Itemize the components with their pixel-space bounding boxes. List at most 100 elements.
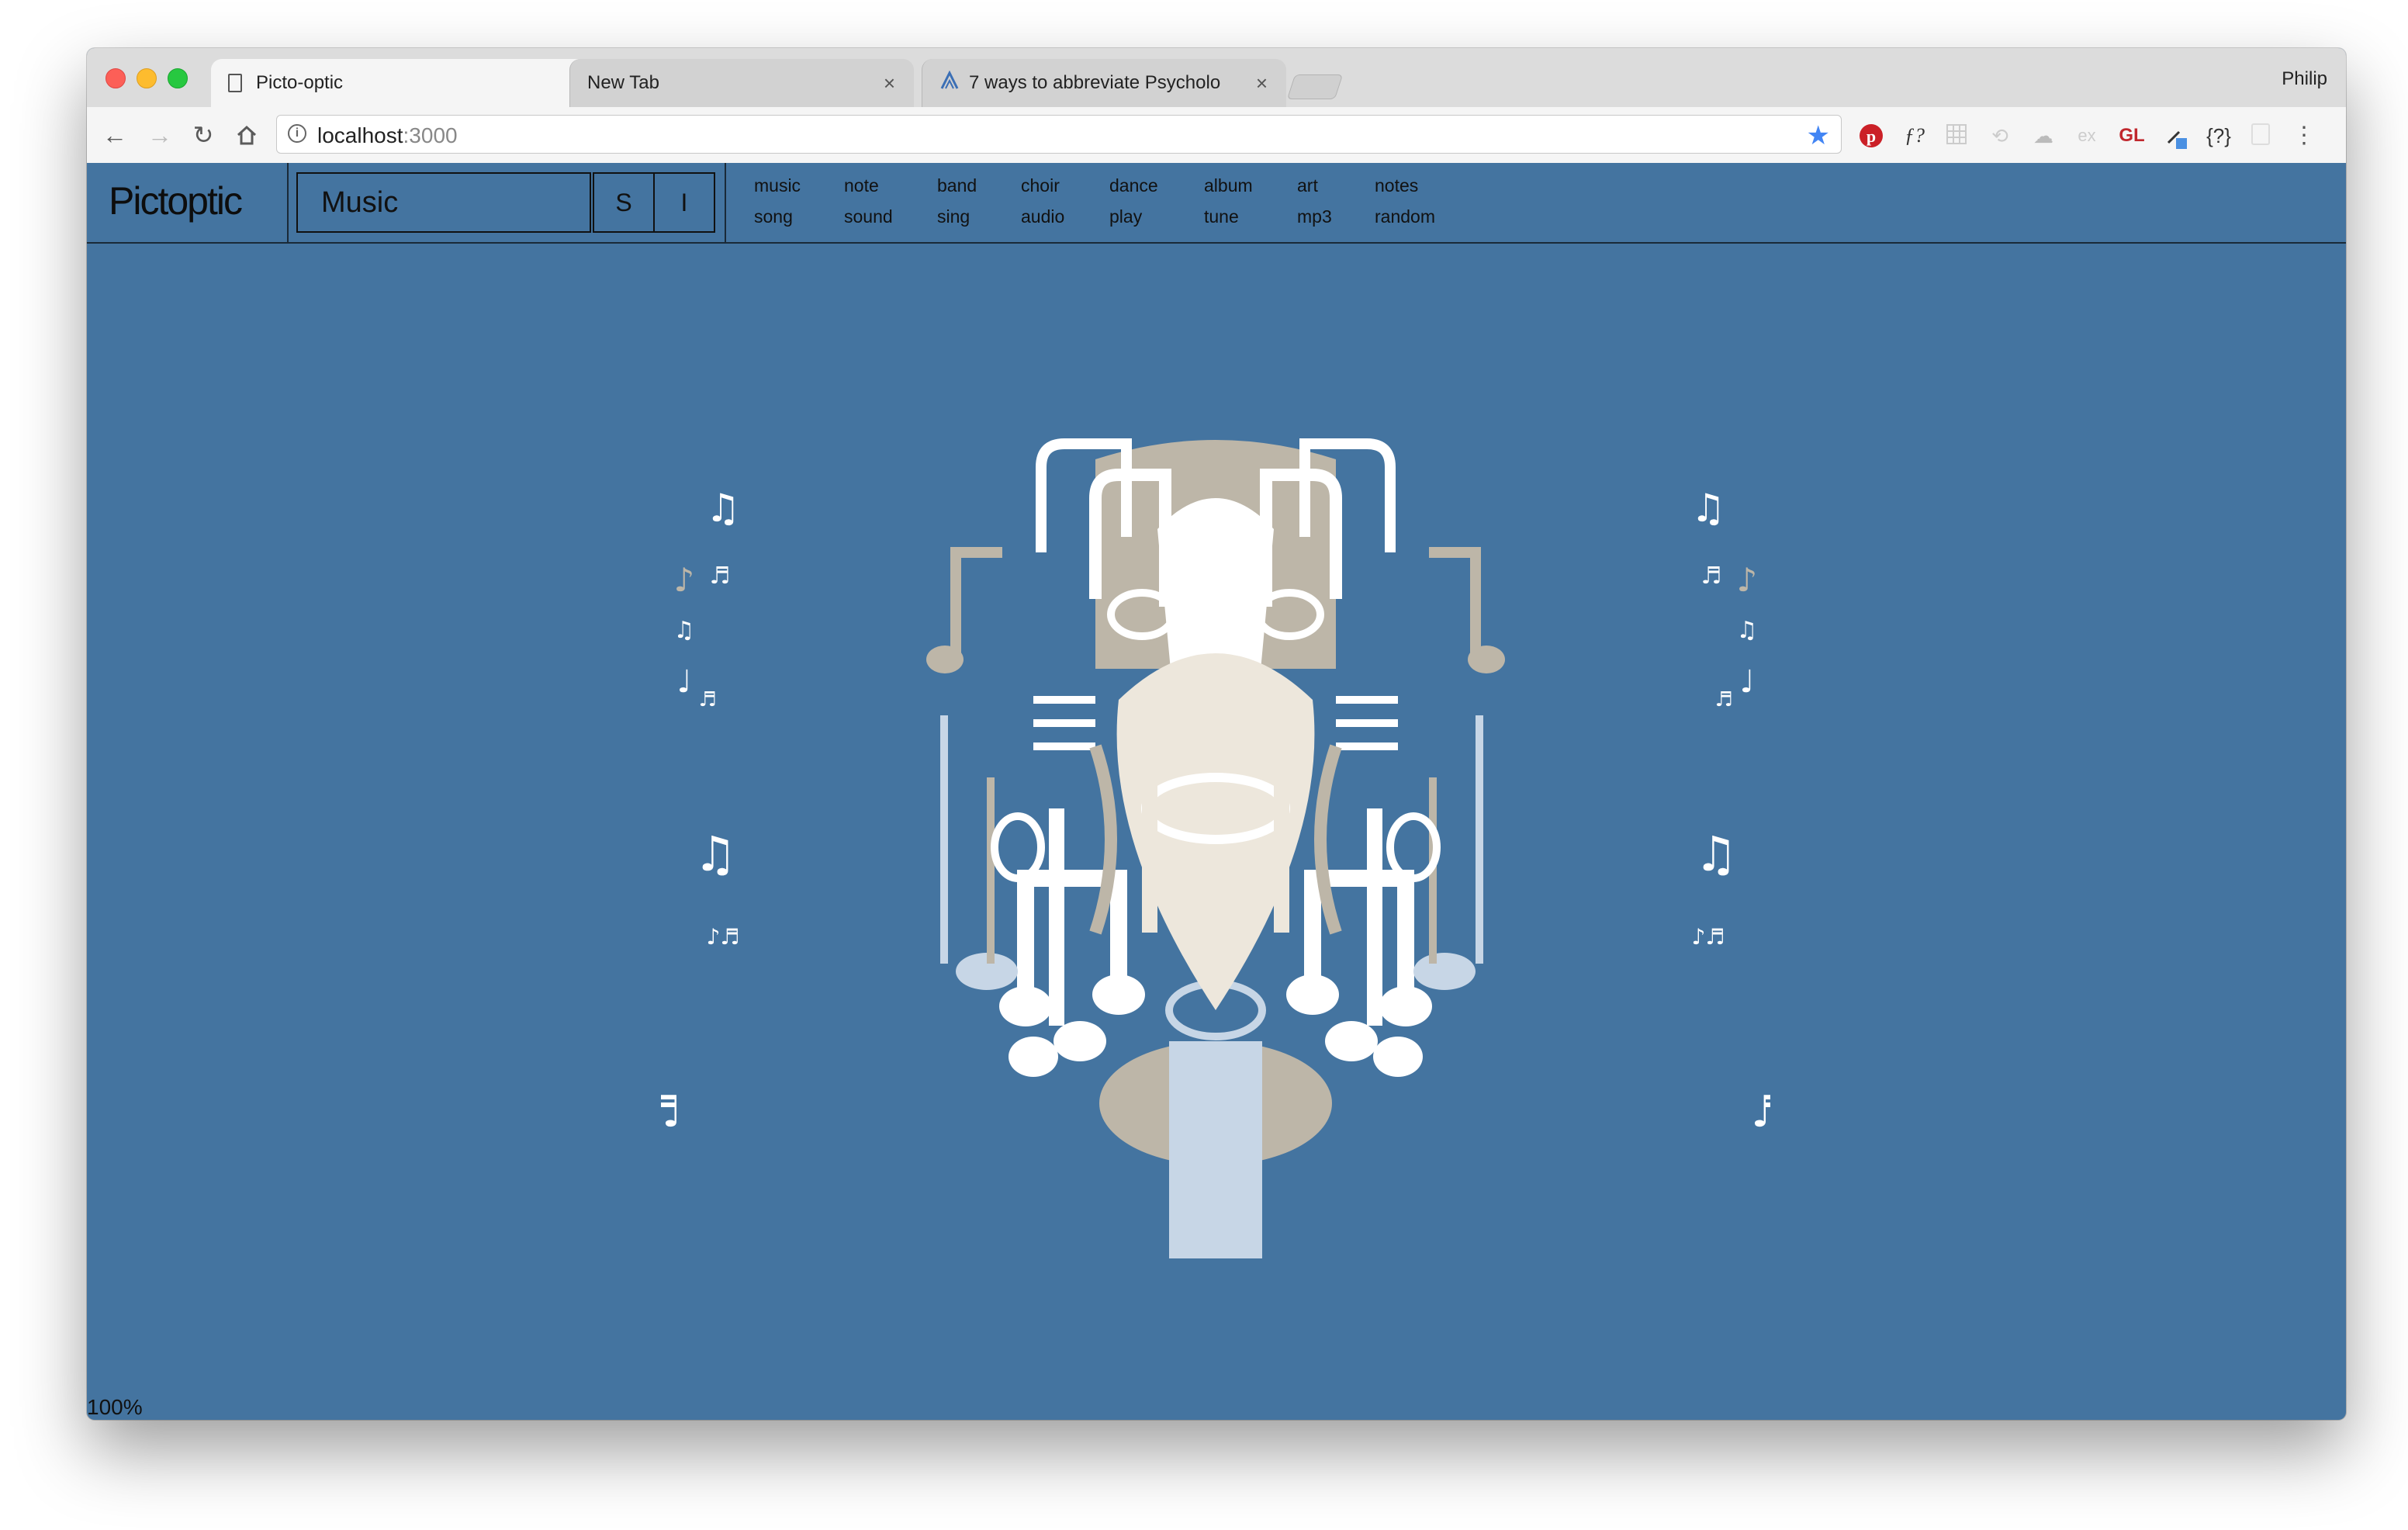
music-note-icon: ♫ xyxy=(1737,617,1758,644)
music-note-icon: ♪♬ xyxy=(1692,924,1725,950)
related-tag-tune[interactable]: tune xyxy=(1204,206,1239,227)
music-note-icon: ♫ xyxy=(706,486,741,531)
reload-icon[interactable]: ↻ xyxy=(188,119,219,151)
related-tag-mp3[interactable]: mp3 xyxy=(1297,206,1332,227)
related-tag-notes[interactable]: notes xyxy=(1375,175,1418,196)
grid-icon[interactable] xyxy=(1943,123,1970,149)
music-note-icon: ♬ xyxy=(698,688,716,711)
related-tag-art[interactable]: art xyxy=(1297,175,1318,196)
related-tag-dance[interactable]: dance xyxy=(1109,175,1158,196)
maximize-window-button[interactable] xyxy=(168,68,188,88)
close-tab-icon[interactable]: × xyxy=(1256,71,1268,95)
note-head xyxy=(999,986,1052,1026)
music-note-icon: ♬ xyxy=(1701,562,1722,590)
note-stem xyxy=(1274,700,1289,933)
note-head xyxy=(1373,1037,1423,1077)
music-note-kaleidoscope: ♫♪♬♫♫♩♬♫♪♬♫♬♫♪♬♫♫♩♬♫♪♬♫♬ xyxy=(628,438,1803,1258)
divider xyxy=(725,163,726,242)
back-icon[interactable]: ← xyxy=(99,119,130,151)
music-note-icon: ♫ xyxy=(1691,486,1726,531)
gl-icon[interactable]: GL xyxy=(2115,123,2149,149)
related-tag-song[interactable]: song xyxy=(754,206,793,227)
swirl xyxy=(1089,744,1117,935)
forward-icon[interactable]: → xyxy=(144,119,175,151)
pinterest-icon[interactable]: p xyxy=(1857,123,1885,149)
note-head xyxy=(1054,1021,1106,1061)
eighth-note xyxy=(950,547,1002,653)
music-note-icon: ♬ xyxy=(661,1087,680,1137)
more-icon[interactable]: ⋮ xyxy=(2290,123,2318,149)
drive-icon[interactable]: ☁ xyxy=(2029,123,2057,149)
note-stem xyxy=(1142,700,1157,933)
image-button[interactable]: I xyxy=(653,172,715,233)
music-note-icon: ♩ xyxy=(1740,664,1755,700)
music-note-icon: ♩ xyxy=(677,664,692,700)
search-box xyxy=(296,172,591,233)
related-tag-play[interactable]: play xyxy=(1109,206,1142,227)
close-tab-icon[interactable]: × xyxy=(884,71,895,95)
music-note-icon: ♬ xyxy=(710,562,731,590)
related-tag-note[interactable]: note xyxy=(844,175,879,196)
related-tag-random[interactable]: random xyxy=(1375,206,1435,227)
profile-name[interactable]: Philip xyxy=(2282,68,2327,90)
note-head xyxy=(926,646,964,673)
related-tag-band[interactable]: band xyxy=(937,175,977,196)
search-button[interactable]: S xyxy=(593,172,655,233)
music-note-icon: ♬ xyxy=(1714,688,1732,711)
home-icon[interactable] xyxy=(231,119,262,151)
related-tag-sound[interactable]: sound xyxy=(844,206,893,227)
ex-icon[interactable]: ex xyxy=(2073,123,2101,149)
page-ext-icon[interactable] xyxy=(2247,123,2275,149)
app-logo[interactable]: Pictoptic xyxy=(109,178,243,223)
tab-strip: Picto-optic × New Tab × 7 ways to abbrev… xyxy=(87,48,2346,108)
close-window-button[interactable] xyxy=(106,68,126,88)
search-input[interactable] xyxy=(298,174,590,231)
address-bar[interactable]: i localhost:3000 ★ xyxy=(276,115,1842,154)
related-tag-music[interactable]: music xyxy=(754,175,801,196)
note-stem xyxy=(987,777,995,964)
url-text[interactable]: localhost:3000 xyxy=(317,123,458,148)
note-stem xyxy=(940,715,948,964)
treble-loop xyxy=(991,812,1045,882)
note-head xyxy=(1286,974,1339,1015)
tab-abbreviations[interactable]: 7 ways to abbreviate Psycholo × xyxy=(922,59,1286,107)
eyedropper-icon[interactable] xyxy=(2160,123,2191,149)
note-head xyxy=(1379,986,1432,1026)
json-icon[interactable]: {?} xyxy=(2202,123,2236,149)
note-head xyxy=(1468,646,1505,673)
note-stem xyxy=(1476,715,1483,964)
music-note-icon: ♫ xyxy=(674,617,695,644)
swirl xyxy=(1314,744,1342,935)
note-head xyxy=(1092,974,1145,1015)
center-column xyxy=(1169,1041,1262,1258)
tab-title: Picto-optic xyxy=(256,72,344,93)
note-stem xyxy=(1367,808,1382,1026)
tab-new-tab[interactable]: New Tab × xyxy=(569,59,914,107)
refresh-ext-icon[interactable]: ⟲ xyxy=(1986,123,2014,149)
new-tab-button[interactable] xyxy=(1286,74,1344,99)
note-stem xyxy=(1049,808,1064,1026)
related-tag-audio[interactable]: audio xyxy=(1021,206,1064,227)
eighth-note xyxy=(1429,547,1481,653)
kaleidoscope-artwork: ♫♪♬♫♫♩♬♫♪♬♫♬♫♪♬♫♫♩♬♫♪♬♫♬ xyxy=(628,374,1803,1262)
svg-text:p: p xyxy=(1867,126,1876,146)
fquery-icon[interactable]: ƒ? xyxy=(1899,123,1930,149)
staff-lines xyxy=(1033,696,1095,750)
note-head xyxy=(1325,1021,1378,1061)
site-logo-icon xyxy=(939,70,960,96)
related-tag-album[interactable]: album xyxy=(1204,175,1253,196)
info-icon[interactable]: i xyxy=(288,124,306,143)
music-note-icon: ♬ xyxy=(1751,1087,1770,1137)
tab-title: 7 ways to abbreviate Psycholo xyxy=(969,72,1221,93)
browser-window: Picto-optic × New Tab × 7 ways to abbrev… xyxy=(87,48,2346,1420)
related-tag-choir[interactable]: choir xyxy=(1021,175,1060,196)
minimize-window-button[interactable] xyxy=(137,68,157,88)
note-head xyxy=(1009,1037,1058,1077)
music-note-icon: ♫ xyxy=(1694,826,1738,882)
page-icon xyxy=(228,74,242,92)
browser-toolbar: ← → ↻ i localhost:3000 ★ p ƒ? ⟲ ☁ ex GL … xyxy=(87,107,2346,164)
bookmark-star-icon[interactable]: ★ xyxy=(1807,120,1830,151)
divider xyxy=(287,163,289,242)
related-tag-sing[interactable]: sing xyxy=(937,206,970,227)
music-note-icon: ♫ xyxy=(694,826,737,882)
